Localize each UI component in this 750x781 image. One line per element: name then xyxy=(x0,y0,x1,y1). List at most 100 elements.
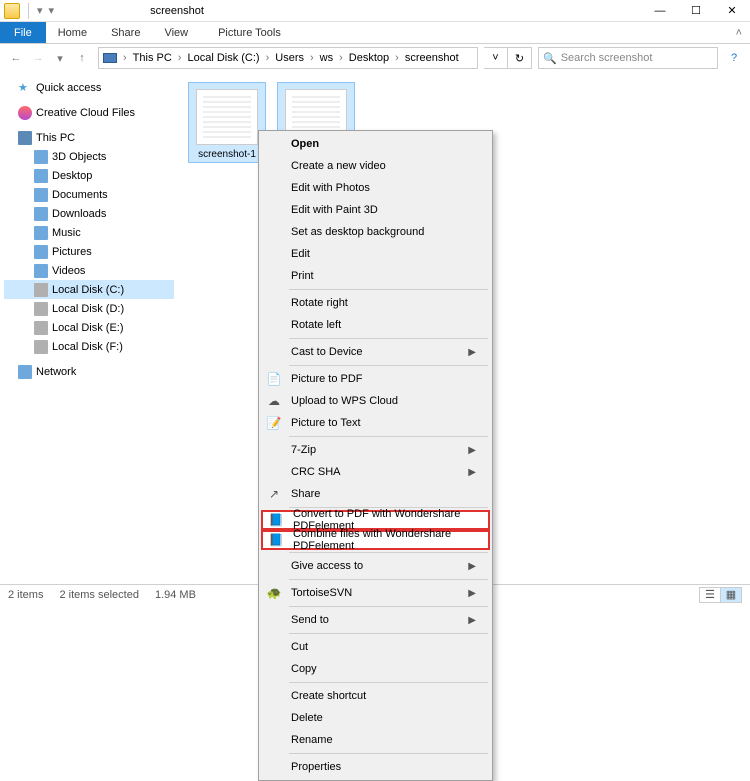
ctx-rotate-left[interactable]: Rotate left xyxy=(261,314,490,336)
ctx-copy[interactable]: Copy xyxy=(261,658,490,680)
sidebar-item-network[interactable]: Network xyxy=(4,362,174,381)
address-dropdown-button[interactable]: ˅ xyxy=(484,47,508,69)
ctx-set-background[interactable]: Set as desktop background xyxy=(261,221,490,243)
breadcrumb[interactable]: Desktop xyxy=(345,52,393,64)
window-title: screenshot xyxy=(150,5,204,17)
tab-share[interactable]: Share xyxy=(99,22,152,43)
ctx-label: Print xyxy=(291,270,314,282)
sidebar-item-creativecloud[interactable]: Creative Cloud Files xyxy=(4,103,174,122)
view-details-button[interactable]: ☰ xyxy=(699,587,721,603)
breadcrumb[interactable]: ws xyxy=(316,52,337,64)
sidebar-item-label: Local Disk (D:) xyxy=(52,303,124,315)
search-placeholder: Search screenshot xyxy=(561,52,653,64)
tab-home[interactable]: Home xyxy=(46,22,99,43)
ctx-upload-wps[interactable]: ☁Upload to WPS Cloud xyxy=(261,390,490,412)
ctx-cut[interactable]: Cut xyxy=(261,636,490,658)
ctx-send-to[interactable]: Send to▶ xyxy=(261,609,490,631)
breadcrumb[interactable]: Local Disk (C:) xyxy=(183,52,263,64)
file-item[interactable]: screenshot-1 xyxy=(188,82,266,163)
up-button[interactable]: ↑ xyxy=(72,48,92,68)
ctx-share[interactable]: ↗Share xyxy=(261,483,490,505)
address-bar[interactable]: › This PC › Local Disk (C:) › Users › ws… xyxy=(98,47,478,69)
image-thumbnail xyxy=(196,89,258,145)
view-icons-button[interactable]: ▦ xyxy=(720,587,742,603)
sidebar-item-music[interactable]: Music xyxy=(4,223,174,242)
sidebar-item-local-c[interactable]: Local Disk (C:) xyxy=(4,280,174,299)
breadcrumb[interactable]: This PC xyxy=(129,52,176,64)
search-input[interactable]: 🔍 Search screenshot xyxy=(538,47,718,69)
ctx-properties[interactable]: Properties xyxy=(261,756,490,778)
sidebar-item-local-e[interactable]: Local Disk (E:) xyxy=(4,318,174,337)
breadcrumb[interactable]: Users xyxy=(271,52,308,64)
tab-picture-tools[interactable]: Picture Tools xyxy=(206,22,293,43)
ctx-tortoisesvn[interactable]: 🐢TortoiseSVN▶ xyxy=(261,582,490,604)
sidebar-item-videos[interactable]: Videos xyxy=(4,261,174,280)
chevron-right-icon[interactable]: › xyxy=(337,52,345,64)
minimize-button[interactable]: — xyxy=(642,0,678,22)
ctx-crc-sha[interactable]: CRC SHA▶ xyxy=(261,461,490,483)
folder-icon xyxy=(34,207,48,221)
sidebar-item-quickaccess[interactable]: Quick access xyxy=(4,78,174,97)
qat-dropdown-icon[interactable]: ▾ xyxy=(33,4,47,17)
ctx-create-shortcut[interactable]: Create shortcut xyxy=(261,685,490,707)
back-button[interactable]: ← xyxy=(6,48,26,68)
qat-overflow-icon[interactable]: ▾ xyxy=(47,4,57,17)
ctx-rotate-right[interactable]: Rotate right xyxy=(261,292,490,314)
sidebar-item-label: Pictures xyxy=(52,246,92,258)
search-icon: 🔍 xyxy=(543,52,557,65)
ctx-convert-pdf-wondershare[interactable]: 📘Convert to PDF with Wondershare PDFelem… xyxy=(261,510,490,530)
separator xyxy=(289,579,488,580)
ctx-edit-paint3d[interactable]: Edit with Paint 3D xyxy=(261,199,490,221)
ctx-edit[interactable]: Edit xyxy=(261,243,490,265)
ctx-label: Share xyxy=(291,488,320,500)
sidebar-item-local-f[interactable]: Local Disk (F:) xyxy=(4,337,174,356)
ctx-rename[interactable]: Rename xyxy=(261,729,490,751)
ctx-edit-photos[interactable]: Edit with Photos xyxy=(261,177,490,199)
chevron-right-icon[interactable]: › xyxy=(264,52,272,64)
recent-locations-button[interactable]: ▾ xyxy=(50,48,70,68)
folder-icon xyxy=(34,226,48,240)
folder-icon xyxy=(4,3,20,19)
ctx-combine-pdf-wondershare[interactable]: 📘Combine files with Wondershare PDFeleme… xyxy=(261,530,490,550)
ctx-picture-to-pdf[interactable]: 📄 Picture to PDF xyxy=(261,368,490,390)
sidebar-item-documents[interactable]: Documents xyxy=(4,185,174,204)
ctx-give-access[interactable]: Give access to▶ xyxy=(261,555,490,577)
sidebar-item-3dobjects[interactable]: 3D Objects xyxy=(4,147,174,166)
sidebar-item-desktop[interactable]: Desktop xyxy=(4,166,174,185)
ctx-delete[interactable]: Delete xyxy=(261,707,490,729)
sidebar-item-downloads[interactable]: Downloads xyxy=(4,204,174,223)
ctx-label: Picture to PDF xyxy=(291,373,363,385)
chevron-right-icon: ▶ xyxy=(468,347,476,358)
sidebar-item-pictures[interactable]: Pictures xyxy=(4,242,174,261)
folder-icon xyxy=(34,245,48,259)
separator xyxy=(289,365,488,366)
pdf-icon: 📄 xyxy=(265,372,283,386)
forward-button[interactable]: → xyxy=(28,48,48,68)
ctx-picture-to-text[interactable]: 📝Picture to Text xyxy=(261,412,490,434)
maximize-button[interactable]: ☐ xyxy=(678,0,714,22)
sidebar-item-local-d[interactable]: Local Disk (D:) xyxy=(4,299,174,318)
sidebar-item-label: This PC xyxy=(36,132,75,144)
ctx-create-video[interactable]: Create a new video xyxy=(261,155,490,177)
ctx-cast[interactable]: Cast to Device▶ xyxy=(261,341,490,363)
refresh-button[interactable]: ↻ xyxy=(508,47,532,69)
title-bar: ▾ ▾ Manage screenshot — ☐ ✕ xyxy=(0,0,750,22)
sidebar-item-thispc[interactable]: This PC xyxy=(4,128,174,147)
ctx-label: Edit with Paint 3D xyxy=(291,204,378,216)
chevron-right-icon: ▶ xyxy=(468,467,476,478)
ctx-7zip[interactable]: 7-Zip▶ xyxy=(261,439,490,461)
separator xyxy=(28,3,29,19)
chevron-right-icon[interactable]: › xyxy=(121,52,129,64)
tab-view[interactable]: View xyxy=(152,22,200,43)
chevron-right-icon[interactable]: › xyxy=(393,52,401,64)
help-button[interactable]: ? xyxy=(724,48,744,68)
chevron-right-icon[interactable]: › xyxy=(176,52,184,64)
breadcrumb[interactable]: screenshot xyxy=(401,52,463,64)
status-size: 1.94 MB xyxy=(155,589,196,601)
ribbon-collapse-icon[interactable]: ˄ xyxy=(728,22,750,43)
ctx-open[interactable]: Open xyxy=(261,133,490,155)
chevron-right-icon[interactable]: › xyxy=(308,52,316,64)
tab-file[interactable]: File xyxy=(0,22,46,43)
close-button[interactable]: ✕ xyxy=(714,0,750,22)
ctx-print[interactable]: Print xyxy=(261,265,490,287)
